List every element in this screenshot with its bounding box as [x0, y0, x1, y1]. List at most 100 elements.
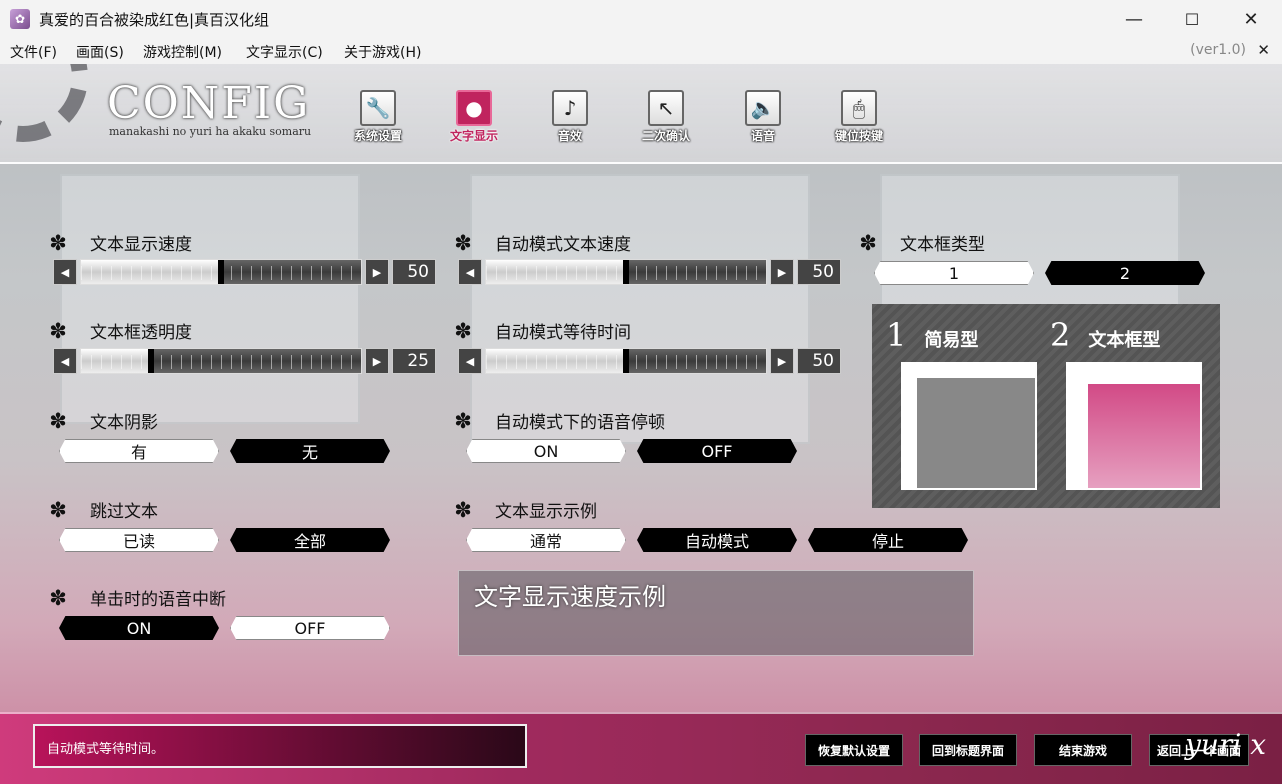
maximize-button[interactable]: ☐ [1163, 0, 1221, 38]
tab-keybinds[interactable]: 🖱 键位按键 [816, 90, 902, 144]
help-text: 自动模式等待时间。 [47, 742, 165, 757]
background-window [470, 174, 810, 444]
flower-icon: ✽ [454, 230, 472, 255]
back-to-title-button[interactable]: 回到标题界面 [919, 734, 1017, 766]
tab-text-display[interactable]: ● 文字显示 [431, 90, 517, 144]
option-shadow-off[interactable]: 无 [230, 439, 390, 463]
slider-thumb[interactable] [623, 349, 629, 373]
option-interrupt-off[interactable]: OFF [230, 616, 390, 640]
menu-bar: 文件(F) 画面(S) 游戏控制(M) 文字显示(C) 关于游戏(H) (ver… [0, 38, 1282, 64]
config-subtitle: manakashi no yuri ha akaku somaru [109, 125, 312, 138]
menu-text-display[interactable]: 文字显示(C) [246, 42, 323, 62]
flower-icon: ✽ [859, 230, 877, 255]
flower-icon: ✽ [454, 408, 472, 433]
menu-about[interactable]: 关于游戏(H) [344, 42, 421, 62]
setting-box-opacity: ✽ 文本框透明度 [46, 318, 192, 344]
game-window: ✿ 真爱的百合被染成红色|真百汉化组 — ☐ ✕ 文件(F) 画面(S) 游戏控… [0, 0, 1282, 784]
increase-arrow-icon[interactable]: ▶ [365, 259, 389, 285]
preview-text: 文本框型 [1088, 330, 1161, 351]
help-box: 自动模式等待时间。 [33, 724, 527, 768]
slider-ticks [81, 355, 361, 369]
setting-label: 自动模式等待时间 [495, 323, 631, 343]
option-skip-all[interactable]: 全部 [230, 528, 390, 552]
preview-number: 2 [1050, 316, 1071, 354]
decrease-arrow-icon[interactable]: ◀ [458, 348, 482, 374]
setting-label: 跳过文本 [90, 502, 158, 522]
setting-auto-voice-pause: ✽ 自动模式下的语音停顿 [451, 408, 665, 434]
option-pause-on[interactable]: ON [466, 439, 626, 463]
footer-bar: 自动模式等待时间。 恢复默认设置 回到标题界面 结束游戏 返回上一个画面 yur… [0, 712, 1282, 784]
setting-label: 文本框类型 [900, 235, 985, 255]
close-button[interactable]: ✕ [1222, 0, 1280, 38]
setting-skip: ✽ 跳过文本 [46, 497, 158, 523]
speaker-icon: 🔈 [745, 90, 781, 126]
auto-speed-slider: ◀ ▶ 50 [458, 259, 842, 285]
slider-track[interactable] [80, 348, 362, 374]
sample-text: 文字显示速度示例 [474, 583, 666, 611]
option-box-type-2[interactable]: 2 [1045, 261, 1205, 285]
tab-label: 键位按键 [834, 129, 883, 143]
option-skip-read[interactable]: 已读 [59, 528, 219, 552]
decrease-arrow-icon[interactable]: ◀ [458, 259, 482, 285]
config-screen: CONFIG manakashi no yuri ha akaku somaru… [0, 64, 1282, 784]
slider-thumb[interactable] [148, 349, 154, 373]
increase-arrow-icon[interactable]: ▶ [770, 259, 794, 285]
box-type-preview: 1 简易型 2 文本框型 [872, 304, 1220, 508]
minimize-button[interactable]: — [1105, 0, 1163, 38]
menu-close-icon[interactable]: ✕ [1257, 41, 1270, 59]
decrease-arrow-icon[interactable]: ◀ [53, 259, 77, 285]
slider-thumb[interactable] [218, 260, 224, 284]
flower-icon: ✽ [49, 318, 67, 343]
increase-arrow-icon[interactable]: ▶ [770, 348, 794, 374]
cursor-icon: ↖ [648, 90, 684, 126]
quit-game-button[interactable]: 结束游戏 [1034, 734, 1132, 766]
flower-icon: ✽ [49, 408, 67, 433]
menu-screen[interactable]: 画面(S) [76, 42, 124, 62]
menu-game-control[interactable]: 游戏控制(M) [143, 42, 222, 62]
flower-icon: ✽ [49, 497, 67, 522]
background-window [60, 174, 360, 424]
tab-sound[interactable]: ♪ 音效 [527, 90, 613, 144]
option-interrupt-on[interactable]: ON [59, 616, 219, 640]
option-box-type-1[interactable]: 1 [874, 261, 1034, 285]
slider-track[interactable] [485, 348, 767, 374]
music-note-icon: ♪ [552, 90, 588, 126]
option-sample-normal[interactable]: 通常 [466, 528, 626, 552]
menu-file[interactable]: 文件(F) [10, 42, 57, 62]
tab-confirm[interactable]: ↖ 二次确认 [623, 90, 709, 144]
slider-thumb[interactable] [623, 260, 629, 284]
restore-defaults-button[interactable]: 恢复默认设置 [805, 734, 903, 766]
preview-text: 简易型 [924, 330, 979, 351]
decrease-arrow-icon[interactable]: ◀ [53, 348, 77, 374]
tab-system[interactable]: 🔧 系统设置 [335, 90, 421, 144]
option-sample-stop[interactable]: 停止 [808, 528, 968, 552]
setting-auto-wait: ✽ 自动模式等待时间 [451, 318, 631, 344]
preview-label-2: 2 文本框型 [1050, 316, 1160, 354]
setting-label: 单击时的语音中断 [90, 590, 226, 610]
slider-track[interactable] [485, 259, 767, 285]
preview-simple-box[interactable] [901, 362, 1037, 490]
config-title: CONFIG [107, 78, 311, 129]
setting-label: 文本阴影 [90, 413, 158, 433]
tab-label: 文字显示 [449, 129, 498, 143]
text-speed-slider: ◀ ▶ 50 [53, 259, 437, 285]
speech-bubble-icon: ● [456, 90, 492, 126]
slider-value: 50 [392, 259, 436, 285]
sample-text-box: 文字显示速度示例 [458, 570, 974, 656]
flower-icon: ✽ [454, 497, 472, 522]
option-sample-auto[interactable]: 自动模式 [637, 528, 797, 552]
setting-label: 自动模式文本速度 [495, 235, 631, 255]
setting-box-type: ✽ 文本框类型 [856, 230, 985, 256]
preview-framed-box[interactable] [1066, 362, 1202, 490]
option-pause-off[interactable]: OFF [637, 439, 797, 463]
increase-arrow-icon[interactable]: ▶ [365, 348, 389, 374]
setting-text-shadow: ✽ 文本阴影 [46, 408, 158, 434]
title-bar: ✿ 真爱的百合被染成红色|真百汉化组 — ☐ ✕ [0, 0, 1282, 38]
tab-voice[interactable]: 🔈 语音 [720, 90, 806, 144]
app-icon: ✿ [10, 9, 30, 29]
flower-icon: ✽ [454, 318, 472, 343]
auto-wait-slider: ◀ ▶ 50 [458, 348, 842, 374]
slider-track[interactable] [80, 259, 362, 285]
option-shadow-on[interactable]: 有 [59, 439, 219, 463]
version-label: (ver1.0) [1190, 42, 1246, 58]
